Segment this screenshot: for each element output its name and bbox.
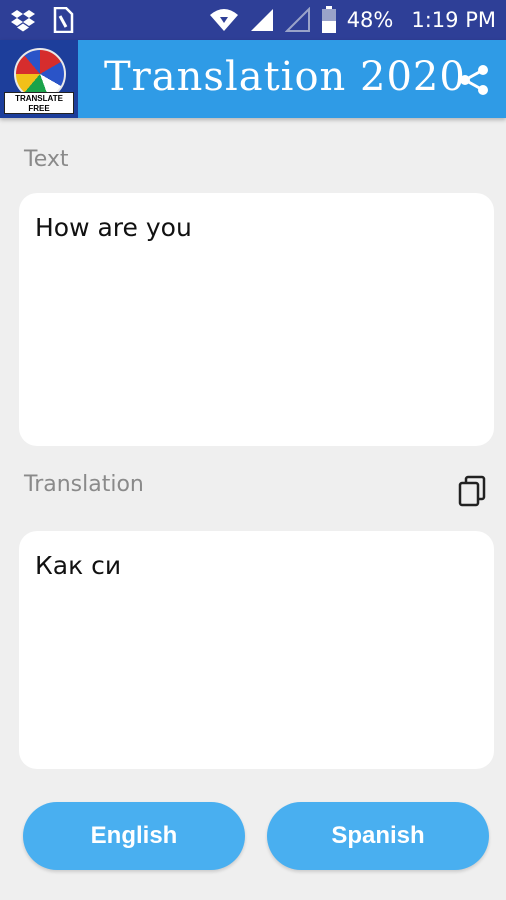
source-text-input[interactable]: How are you [19, 193, 494, 446]
battery-percent: 48% [346, 8, 394, 32]
text-label: Text [24, 147, 69, 172]
dropbox-icon [11, 10, 35, 32]
source-language-button[interactable]: English [23, 802, 245, 870]
signal-icon-secondary [284, 7, 310, 32]
translation-label: Translation [24, 472, 144, 497]
clock: 1:19 PM [411, 8, 496, 32]
status-bar: 48% 1:19 PM [0, 0, 506, 40]
source-text-value: How are you [35, 213, 192, 242]
sim-icon [53, 7, 74, 33]
app-logo[interactable]: TRANSLATE FREE [0, 40, 78, 118]
signal-icon [250, 9, 273, 31]
translation-output[interactable]: Как си [19, 531, 494, 769]
logo-banner: TRANSLATE FREE [4, 92, 74, 114]
share-icon[interactable] [456, 62, 492, 98]
status-right: 48% 1:19 PM [209, 0, 496, 40]
app-title: Translation 2020 [104, 54, 466, 100]
app-bar: TRANSLATE FREE Translation 2020 [0, 40, 506, 118]
wifi-icon [209, 9, 238, 31]
battery-icon [321, 6, 336, 33]
translation-text-value: Как си [35, 551, 122, 580]
copy-icon[interactable] [456, 474, 490, 508]
status-left-icons [10, 7, 74, 33]
target-language-button[interactable]: Spanish [267, 802, 489, 870]
